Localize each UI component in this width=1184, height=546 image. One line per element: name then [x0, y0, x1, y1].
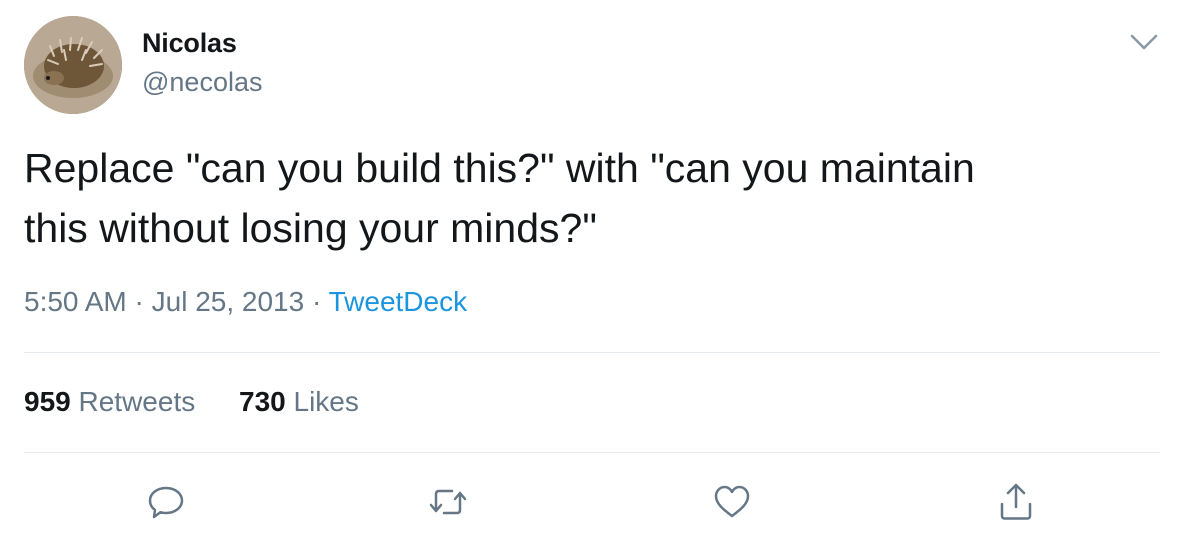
share-icon[interactable] [994, 480, 1038, 524]
tweet-stats: 959 Retweets 730 Likes [24, 386, 395, 418]
retweets-stat[interactable]: 959 Retweets [24, 386, 195, 418]
author-handle[interactable]: @necolas [142, 67, 262, 98]
author-name[interactable]: Nicolas [142, 28, 237, 59]
reply-icon[interactable] [144, 480, 188, 524]
hedgehog-avatar-image [24, 16, 122, 114]
tweet-text-line-2: this without losing your minds?" [24, 205, 597, 251]
retweet-icon[interactable] [426, 480, 470, 524]
retweets-count: 959 [24, 386, 71, 417]
meta-separator: · [311, 286, 322, 317]
tweet-text-line-1: Replace "can you build this?" with "can … [24, 145, 975, 191]
meta-separator: · [134, 286, 144, 317]
divider [24, 352, 1160, 353]
avatar[interactable] [24, 16, 122, 114]
tweet-time[interactable]: 5:50 AM [24, 286, 127, 317]
tweet-date[interactable]: Jul 25, 2013 [152, 286, 305, 317]
divider [24, 452, 1160, 453]
tweet-source-link[interactable]: TweetDeck [329, 286, 468, 317]
tweet-text: Replace "can you build this?" with "can … [24, 138, 1144, 258]
likes-count: 730 [239, 386, 286, 417]
chevron-down-icon[interactable] [1128, 30, 1160, 54]
likes-stat[interactable]: 730 Likes [239, 386, 359, 418]
like-icon[interactable] [710, 480, 754, 524]
retweets-label: Retweets [78, 386, 196, 417]
likes-label: Likes [293, 386, 359, 417]
tweet-metadata: 5:50 AM · Jul 25, 2013 · TweetDeck [24, 286, 467, 318]
